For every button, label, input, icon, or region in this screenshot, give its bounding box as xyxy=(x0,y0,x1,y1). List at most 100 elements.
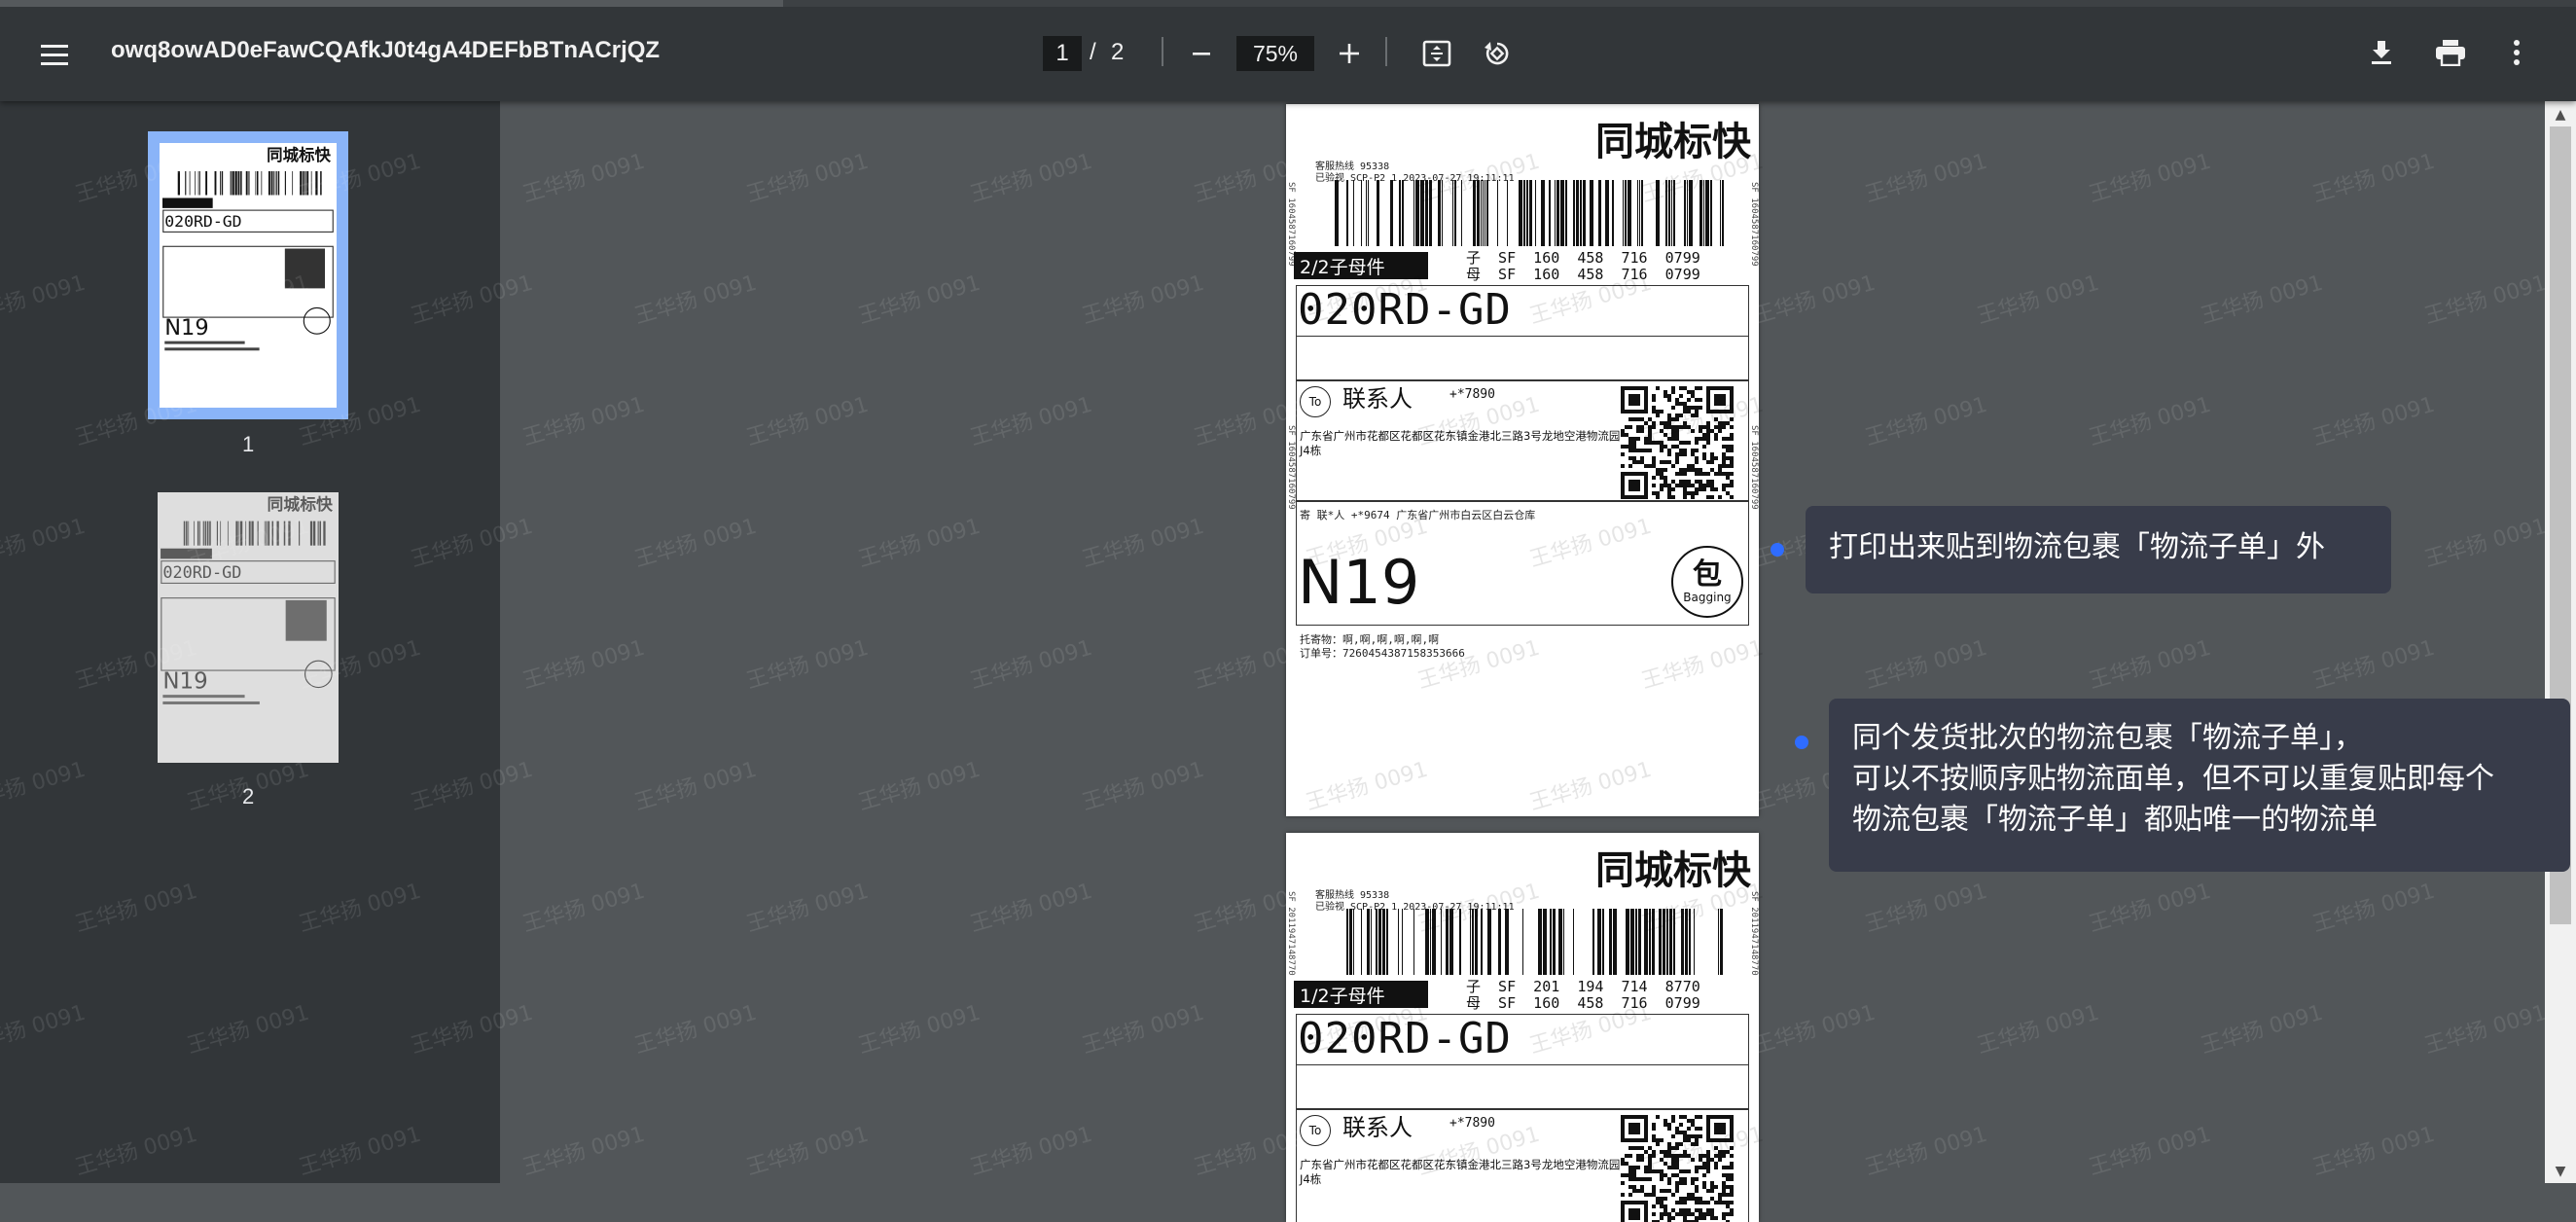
fit-to-page-button[interactable] xyxy=(1418,35,1455,72)
barcode-bar xyxy=(257,521,259,546)
qr-module xyxy=(1632,456,1636,460)
qr-module xyxy=(1714,1146,1718,1150)
qr-module xyxy=(1660,1201,1664,1204)
qr-module xyxy=(1730,1177,1734,1181)
barcode-bar xyxy=(271,521,274,546)
qr-module xyxy=(1656,472,1660,476)
barcode-bar xyxy=(1477,180,1480,246)
to-badge: To xyxy=(1300,386,1331,417)
barcode-bar xyxy=(1649,909,1651,975)
qr-module xyxy=(1699,386,1702,390)
qr-module xyxy=(1730,1189,1734,1193)
barcode-bar xyxy=(1550,909,1552,975)
qr-module xyxy=(1714,1162,1718,1166)
barcode-bar xyxy=(1718,909,1719,975)
scroll-down-icon[interactable]: ▼ xyxy=(2550,1162,2571,1181)
qr-module xyxy=(1710,480,1714,484)
qr-module xyxy=(1683,1216,1687,1220)
qr-module xyxy=(1695,1138,1699,1142)
qr-module xyxy=(1640,1189,1644,1193)
barcode-bar xyxy=(1685,909,1688,975)
qr-module xyxy=(1702,452,1706,456)
qr-module xyxy=(1722,1216,1726,1220)
qr-module xyxy=(1702,484,1706,487)
qr-module xyxy=(1664,1150,1667,1154)
qr-module xyxy=(1667,1150,1671,1154)
qr-module xyxy=(1636,425,1640,429)
qr-module xyxy=(1683,452,1687,456)
barcode-bar xyxy=(1386,909,1388,975)
qr-module xyxy=(1628,1146,1632,1150)
qr-module xyxy=(1632,1173,1636,1177)
scroll-up-icon[interactable]: ▲ xyxy=(2550,105,2571,125)
barcode-bar xyxy=(1565,180,1567,246)
to-badge: To xyxy=(1300,1115,1331,1146)
qr-module xyxy=(1664,1204,1667,1208)
hamburger-menu-icon[interactable] xyxy=(35,39,74,70)
zoom-in-button[interactable] xyxy=(1333,37,1366,70)
barcode-bar xyxy=(222,170,224,196)
qr-module xyxy=(1628,464,1632,468)
qr-module xyxy=(1710,429,1714,433)
qr-module xyxy=(1660,1173,1664,1177)
qr-module xyxy=(1726,456,1730,460)
qr-module xyxy=(1628,449,1632,452)
qr-module xyxy=(1702,487,1706,491)
svg-text:同城标快: 同城标快 xyxy=(267,146,331,164)
qr-module xyxy=(1648,1166,1652,1169)
qr-module xyxy=(1730,1193,1734,1197)
pdf-page-2: 同城标快 客服热线 95338 已验视 SCP-P2 1 2023-07-27 … xyxy=(1286,833,1759,1222)
barcode-bar xyxy=(1472,909,1474,975)
qr-module xyxy=(1667,1177,1671,1181)
qr-module xyxy=(1625,1162,1628,1166)
rotate-button[interactable] xyxy=(1479,35,1516,72)
barcode-bar xyxy=(1473,180,1476,246)
qr-module xyxy=(1722,445,1726,449)
page-thumbnail-1[interactable]: 同城标快 020RD-GD N19 xyxy=(148,131,348,419)
qr-module xyxy=(1664,476,1667,480)
plus-icon xyxy=(1340,44,1359,63)
qr-module xyxy=(1652,441,1656,445)
qr-module xyxy=(1726,464,1730,468)
zoom-out-button[interactable] xyxy=(1185,37,1218,70)
qr-module xyxy=(1648,437,1652,441)
download-button[interactable] xyxy=(2364,35,2399,70)
qr-module xyxy=(1640,1158,1644,1162)
mother-waybill: 母 SF 160 458 716 0799 xyxy=(1466,266,1700,283)
qr-module xyxy=(1726,491,1730,495)
side-code-right-2: SF 1604587160799 xyxy=(1749,425,1759,510)
barcode-bar xyxy=(1656,180,1660,246)
qr-module xyxy=(1652,1123,1656,1127)
qr-module xyxy=(1667,398,1671,402)
thumbnail-label-2: 2 xyxy=(242,784,255,809)
qr-module xyxy=(1660,468,1664,472)
qr-module xyxy=(1667,1181,1671,1185)
qr-module xyxy=(1664,1197,1667,1201)
qr-module xyxy=(1652,1185,1656,1189)
qr-module xyxy=(1640,417,1644,421)
qr-module xyxy=(1710,1197,1714,1201)
page-thumbnail-2[interactable]: 同城标快 020RD-GD N19 xyxy=(158,492,339,763)
qr-module xyxy=(1699,1197,1702,1201)
barcode-bar xyxy=(1722,180,1724,246)
qr-module xyxy=(1699,1154,1702,1158)
barcode-bar xyxy=(251,521,254,546)
print-button[interactable] xyxy=(2432,35,2469,70)
qr-module xyxy=(1667,1146,1671,1150)
more-options-button[interactable] xyxy=(2500,35,2533,70)
qr-module xyxy=(1730,495,1734,499)
qr-module xyxy=(1671,1162,1675,1166)
zoom-level-input[interactable]: 75% xyxy=(1236,36,1314,71)
qr-module xyxy=(1695,472,1699,476)
barcode-bar xyxy=(1523,180,1525,246)
qr-module xyxy=(1730,425,1734,429)
qr-module xyxy=(1656,1142,1660,1146)
qr-module xyxy=(1648,1154,1652,1158)
qr-module xyxy=(1722,1201,1726,1204)
qr-module xyxy=(1675,1166,1679,1169)
barcode-bar xyxy=(220,521,222,546)
qr-module xyxy=(1625,433,1628,437)
barcode-bar xyxy=(1663,909,1665,975)
qr-module xyxy=(1675,456,1679,460)
current-page-input[interactable]: 1 xyxy=(1043,36,1082,71)
